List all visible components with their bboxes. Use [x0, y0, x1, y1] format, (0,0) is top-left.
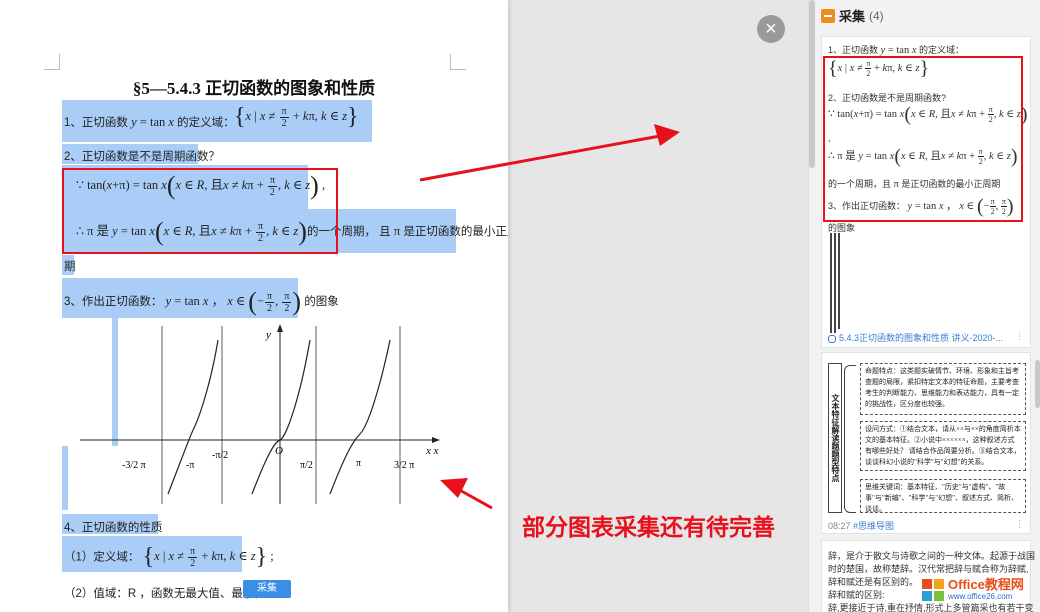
card-line: 时的楚国，故称楚辞。汉代常把辞与赋合称为辞赋,: [828, 564, 1029, 574]
red-highlight-box: [823, 56, 1023, 222]
watermark-text: Office教程网 www.office26.com: [948, 578, 1024, 602]
tick-label: π: [356, 458, 361, 469]
more-icon[interactable]: ⋮: [1015, 519, 1024, 530]
graph-placeholder-bar: [830, 233, 832, 333]
link-icon: [828, 334, 836, 343]
watermark: Office教程网 www.office26.com: [922, 578, 1024, 602]
arrow-head: [654, 124, 680, 146]
q1-label: 1、正切函数: [64, 117, 128, 129]
x-axis-label: x x: [425, 445, 439, 457]
card-line: 1、正切函数 y = tan x 的定义域：: [828, 45, 965, 56]
card1-l1: 1、正切函数: [828, 45, 879, 55]
card2-tag[interactable]: #思维导图: [853, 521, 894, 531]
mindmap-node: 命题特点：这类题实破情节、环境、形象和主旨考查题的局限，紧扣特定文本的特征命题，…: [860, 363, 1026, 415]
doc-line-prop2: （2）值域：R ，函数无最大值、最小值: [64, 588, 266, 600]
tangent-graph: y x x O -3/2 π -π -π/2 π/2 π 3/2 π: [80, 324, 440, 504]
tick-label: -π: [186, 460, 194, 471]
doc-line-period-end: 期: [64, 261, 76, 273]
annotation-text: 部分图表采集还有待完善: [522, 515, 775, 541]
q3-label: 3、作出正切函数：: [64, 296, 163, 308]
doc-line-prop1: （1）定义域： {x | x ≠ π2 + kπ, k ∈ z} ;: [64, 544, 274, 571]
office-logo-icon: [922, 579, 944, 601]
doc-domain-formula: {x | x ≠ π2 + kπ, k ∈ z}: [234, 104, 359, 131]
tan-branch: [329, 339, 391, 495]
card-timestamp: 08:27 #思维导图: [828, 519, 894, 532]
page-corner-mark: [44, 54, 60, 70]
prop1-label: （1）定义域：: [64, 551, 140, 564]
collect-icon: [821, 8, 835, 23]
tick-label: -π/2: [212, 450, 228, 461]
card-line: 辞和赋的区别:: [828, 590, 885, 600]
watermark-main: Office教程网: [948, 577, 1024, 592]
card2-time: 08:27: [828, 521, 851, 531]
prop1-formula: {x | x ≠ π2 + kπ, k ∈ z} ;: [142, 544, 274, 571]
panel-scrollbar[interactable]: [809, 0, 815, 168]
card-source-link[interactable]: 5.4.3正切函数的图象和性质 讲义-2020-...: [828, 331, 1003, 344]
collect-button[interactable]: 采集: [243, 580, 291, 598]
graph-placeholder-bar: [838, 233, 840, 329]
close-button[interactable]: ×: [757, 15, 785, 43]
card-line: 辞,更接近于诗,重在抒情,形式上多管篇采也有若干变: [828, 603, 1034, 612]
q3-formula: y = tan x ， x ∈ (− π 2, π 2): [165, 287, 302, 317]
y-axis-label: y: [265, 329, 271, 341]
card-line: 辞，是介于散文与诗歌之间的一种文体。起源于战国: [828, 551, 1036, 561]
doc-line-q4: 4、正切函数的性质: [64, 522, 163, 534]
y-axis-arrow: [277, 324, 283, 332]
domain-formula: {x | x ≠ π2 + kπ, k ∈ z}: [234, 104, 359, 131]
tick-label: -3/2 π: [122, 460, 146, 471]
card-line: 的图象: [828, 223, 856, 233]
q1-mid: 的定义域：: [177, 117, 235, 129]
panel-header: 采集 (4): [821, 6, 884, 25]
doc-line-q2: 2、正切函数是不是周期函数？: [64, 151, 220, 163]
graph-placeholder-bar: [834, 233, 836, 333]
card-line: 辞和赋还是有区别的。: [828, 577, 919, 587]
card1-link-text: 5.4.3正切函数的图象和性质 讲义-2020-...: [839, 333, 1004, 343]
period-tail: 是正切函数的最小正周: [403, 226, 508, 238]
panel-title: 采集: [839, 9, 866, 24]
q1-func: y = tan x: [131, 115, 174, 129]
mindmap-brace: [844, 365, 856, 513]
document-page: §5—5.4.3 正切函数的图象和性质 1、正切函数 y = tan x 的定义…: [0, 0, 508, 612]
panel-count: (4): [869, 8, 884, 23]
mindmap-root: 文本特征解读题题型特点: [828, 363, 842, 513]
q3-suffix: 的图象: [304, 296, 339, 308]
doc-line-q1: 1、正切函数 y = tan x 的定义域：: [64, 114, 235, 130]
collect-card[interactable]: 文本特征解读题题型特点 命题特点：这类题实破情节、环境、形象和主旨考查题的局限，…: [821, 352, 1031, 534]
origin-label: O: [275, 445, 283, 457]
red-highlight-box: [62, 168, 338, 254]
document-title: §5—5.4.3 正切函数的图象和性质: [132, 79, 376, 98]
panel-scrollbar-thumb[interactable]: [1035, 360, 1040, 408]
mindmap-node: 设问方式：①结合文本，请从××与××的角度简析本文的基本特征。②小说中×××××…: [860, 421, 1026, 471]
mindmap-node: 思维关键词：基本特征、"历史"与"虚构"、"故事"与"新编"、"科学"与"幻想"…: [860, 479, 1026, 513]
x-axis-arrow: [432, 437, 440, 443]
tick-label: π/2: [300, 460, 313, 471]
page-corner-mark: [450, 54, 466, 70]
doc-line-q3: 3、作出正切函数： y = tan x ， x ∈ (− π 2, π 2) 的图象: [64, 287, 339, 317]
card1-l1b: 的定义域：: [919, 45, 965, 55]
tick-label: 3/2 π: [394, 460, 414, 471]
more-icon[interactable]: ⋮: [1015, 331, 1024, 342]
watermark-sub: www.office26.com: [948, 592, 1013, 601]
